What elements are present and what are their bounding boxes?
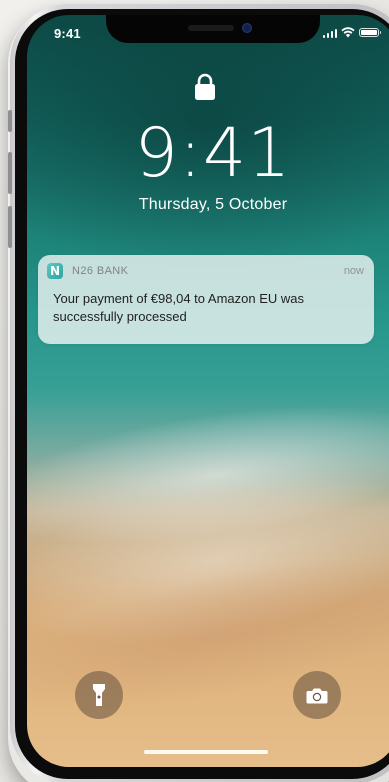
cellular-signal-icon: [322, 28, 337, 38]
front-camera: [242, 23, 252, 33]
lock-icon: [195, 73, 215, 100]
volume-down-button: [8, 206, 12, 248]
home-indicator[interactable]: [144, 750, 268, 754]
notification-card[interactable]: N N26 BANK now Your payment of €98,04 to…: [38, 255, 374, 344]
notification-message: Your payment of €98,04 to Amazon EU was …: [53, 291, 305, 324]
flashlight-icon: [93, 684, 105, 706]
camera-icon: [306, 688, 328, 703]
notification-time: now: [343, 265, 364, 277]
n26-app-icon: N: [47, 263, 63, 279]
status-bar-icons: [322, 27, 381, 38]
notification-header: N N26 BANK now: [47, 263, 364, 279]
volume-up-button: [8, 152, 12, 194]
lock-screen: 9:41 9:41 Thursday, 5 October N N26 BANK…: [27, 15, 389, 767]
battery-icon: [359, 28, 381, 37]
camera-button[interactable]: [293, 671, 341, 719]
notch: [106, 15, 320, 43]
earpiece-speaker: [188, 25, 234, 31]
lock-screen-date: Thursday, 5 October: [138, 196, 288, 213]
wallpaper-wet-sand: [27, 524, 389, 746]
wallpaper-surf: [27, 383, 389, 567]
lock-screen-time: 9:41: [134, 114, 292, 193]
wallpaper-foam: [27, 447, 389, 673]
product-mockup-stage: 9:41 9:41 Thursday, 5 October N N26 BANK…: [0, 0, 389, 782]
wifi-icon: [341, 27, 355, 38]
status-bar-time: 9:41: [54, 26, 81, 41]
flashlight-button[interactable]: [75, 671, 123, 719]
notification-app-name: N26 BANK: [72, 265, 129, 277]
silent-switch: [8, 110, 12, 132]
